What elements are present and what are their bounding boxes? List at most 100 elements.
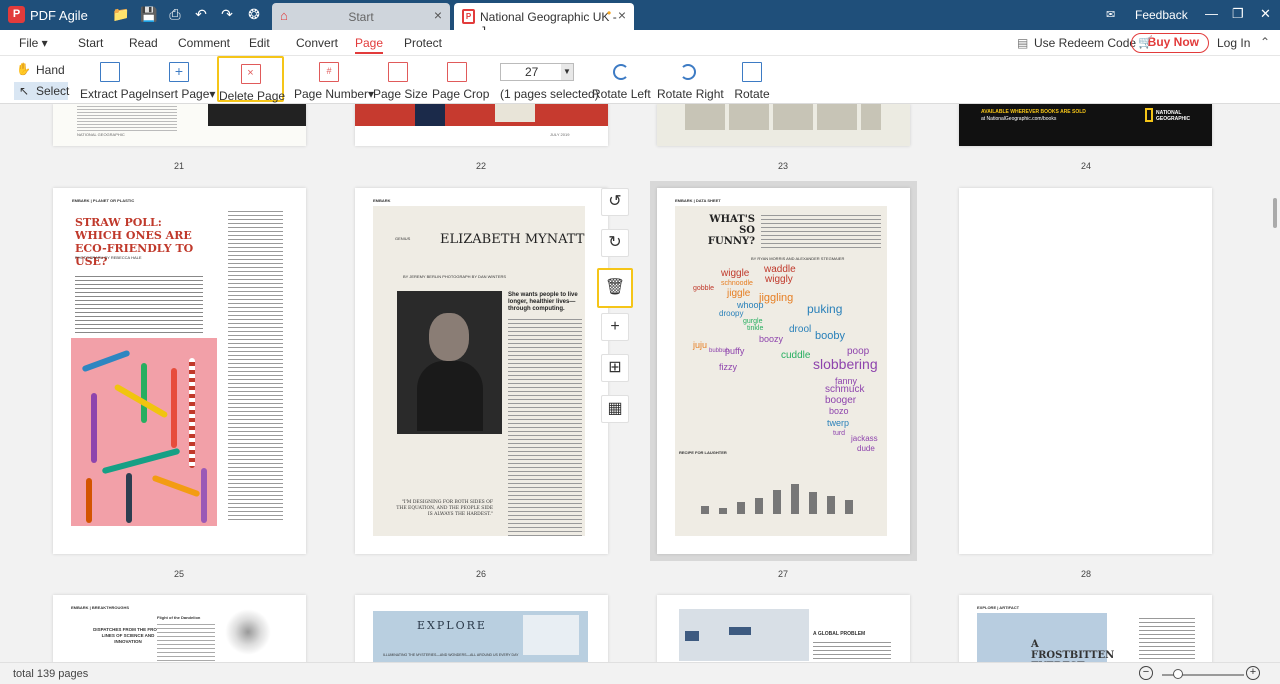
page-number-button[interactable]: # Page Number▾ (294, 56, 374, 102)
page-number-label: 28 (1080, 569, 1091, 579)
minimize-icon[interactable]: — (1205, 6, 1218, 21)
feedback-link[interactable]: Feedback (1135, 8, 1188, 22)
rotate-button[interactable]: Rotate (730, 56, 774, 102)
page-credit: BY JEREMY BERLIN PHOTOGRAPH BY DAN WINTE… (403, 274, 507, 279)
page-thumbnail[interactable] (657, 104, 910, 146)
page-footer: JULY 2019 (550, 132, 570, 137)
bar-graphic (691, 470, 871, 514)
page-thumbnail-selected[interactable]: EMBARK | DATA SHEET WHAT'S SO FUNNY? BY … (657, 188, 910, 554)
tab-start[interactable]: ⌂ Start × (272, 3, 450, 30)
page-credit: PHOTOGRAPH BY REBECCA HALE (75, 255, 142, 260)
close-icon[interactable]: × (618, 7, 626, 23)
extract-page-icon (100, 62, 120, 82)
menu-convert[interactable]: Convert (296, 36, 338, 50)
total-pages-label: total 139 pages (13, 668, 89, 680)
restore-icon[interactable]: ❐ (1232, 6, 1244, 22)
page-number-label: 21 (173, 161, 184, 171)
menu-file[interactable]: File ▾ (19, 36, 48, 50)
page-thumbnail[interactable] (959, 188, 1212, 554)
buy-now-button[interactable]: 🛒 Buy Now (1131, 33, 1209, 53)
close-window-icon[interactable]: ✕ (1260, 6, 1271, 22)
dandelion-photo (225, 609, 271, 655)
extract-page-button[interactable]: Extract Page (80, 56, 149, 102)
portrait-photo (397, 291, 502, 434)
page-size-button[interactable]: Page Size (373, 56, 428, 102)
zoom-in-icon[interactable]: + (1246, 666, 1260, 680)
page-thumbnail[interactable]: EXPLORE | ARTIFACT A FROSTBITTEN EVEREST… (959, 595, 1212, 662)
menu-comment[interactable]: Comment (178, 36, 230, 50)
page-thumbnail[interactable]: JULY 2019 (355, 104, 608, 146)
menu-start[interactable]: Start (78, 36, 103, 50)
natgeo-logo-icon (1145, 108, 1153, 122)
settings-badge-icon[interactable]: ❂ (246, 6, 262, 22)
pull-quote: "I'M DESIGNING FOR BOTH SIDES OF THE EQU… (396, 500, 493, 517)
menu-edit[interactable]: Edit (249, 36, 270, 50)
select-label: Select (36, 84, 70, 98)
page-number-icon: # (319, 62, 339, 82)
close-icon[interactable]: × (434, 7, 442, 23)
page-thumbnail[interactable]: EMBARK | PLANET OR PLASTIC STRAW POLL: W… (53, 188, 306, 554)
page-thumbnail[interactable]: EMBARK | BREAKTHROUGHS DISPATCHES FROM T… (53, 595, 306, 662)
page-section-label: GENIUS (395, 236, 411, 241)
login-link[interactable]: Log In (1217, 36, 1250, 50)
page-crop-label: Page Crop (432, 87, 490, 101)
menu-read[interactable]: Read (129, 36, 158, 50)
page-thumbnail[interactable]: AVAILABLE WHEREVER BOOKS ARE SOLD at Nat… (959, 104, 1212, 146)
delete-page-label: Delete Page (219, 89, 286, 103)
rotate-right-icon (680, 64, 696, 80)
chevron-down-icon[interactable]: ▼ (561, 64, 573, 80)
print-icon[interactable]: ⎙ (167, 6, 183, 22)
rotate-label: Rotate (734, 87, 770, 101)
hand-label: Hand (36, 63, 65, 77)
menu-page[interactable]: Page (355, 36, 384, 54)
delete-page-button[interactable]: × Delete Page (217, 56, 286, 103)
save-icon[interactable]: 💾 (140, 6, 157, 22)
rotate-right-button[interactable]: Rotate Right (657, 56, 724, 102)
page-number-label: 22 (475, 161, 486, 171)
redeem-icon: ▤ (1017, 36, 1029, 50)
insert-page-icon[interactable]: ⊞ (601, 354, 629, 382)
app-logo-icon: P (8, 6, 25, 23)
cursor-icon: ↖ (19, 84, 30, 98)
page-number-input[interactable]: 27 ▼ (500, 63, 574, 81)
page-headline: EXPLORE (417, 619, 487, 632)
trash-icon[interactable]: 🗑 (597, 268, 633, 308)
page-thumbnail[interactable]: A GLOBAL PROBLEM (657, 595, 910, 662)
page-thumbnail[interactable]: EXPLORE ILLUMINATING THE MYSTERIES—AND W… (355, 595, 608, 662)
menu-protect[interactable]: Protect (404, 36, 442, 50)
page-number-value: 27 (525, 65, 539, 79)
page-kicker: EMBARK | DATA SHEET (675, 198, 721, 203)
undo-icon[interactable]: ↶ (193, 6, 209, 22)
rotate-left-button[interactable]: Rotate Left (592, 56, 651, 102)
open-folder-icon[interactable]: 📁 (112, 6, 129, 22)
page-kicker: EMBARK | BREAKTHROUGHS (71, 605, 130, 610)
collapse-ribbon-icon[interactable]: ⌃ (1260, 35, 1270, 49)
hand-tool[interactable]: ✋ Hand (14, 62, 65, 78)
rotate-page-icon (742, 62, 762, 82)
select-tool[interactable]: ↖ Select (14, 82, 70, 100)
zoom-out-icon[interactable]: − (1139, 666, 1153, 680)
tab-document[interactable]: P National Geographic UK - J... • × (454, 3, 634, 38)
page-thumbnail[interactable]: NATIONAL GEOGRAPHIC (53, 104, 306, 146)
page-text: at NationalGeographic.com/books (981, 116, 1057, 122)
page-thumbnail[interactable]: EMBARK GENIUS ELIZABETH MYNATT BY JEREMY… (355, 188, 608, 554)
page-thumbnail-grid[interactable]: NATIONAL GEOGRAPHIC 21 JULY 2019 22 23 A… (0, 104, 1270, 662)
add-icon[interactable]: + (601, 313, 629, 341)
pdf-file-icon: P (462, 9, 475, 24)
page-number-label: 24 (1080, 161, 1091, 171)
page-crop-button[interactable]: Page Crop (432, 56, 490, 102)
status-bar: total 139 pages − + (0, 662, 1280, 684)
redo-icon[interactable]: ↷ (219, 6, 235, 22)
rotate-right-icon[interactable]: ↻ (601, 229, 629, 257)
page-kicker: EMBARK (373, 198, 391, 203)
zoom-slider-handle[interactable] (1173, 669, 1183, 679)
insert-page-button[interactable]: + Insert Page▾ (148, 56, 215, 102)
vertical-scrollbar[interactable] (1270, 104, 1280, 662)
redeem-code-link[interactable]: Use Redeem Code (1034, 36, 1136, 50)
page-headline: DISPATCHES FROM THE FRONT LINES OF SCIEN… (93, 627, 163, 644)
unsaved-dot: • (607, 6, 612, 20)
insert-image-icon[interactable]: ▦ (601, 395, 629, 423)
scrollbar-thumb[interactable] (1273, 198, 1277, 228)
rotate-left-icon[interactable]: ↺ (601, 188, 629, 216)
cart-icon: 🛒 (1138, 35, 1153, 49)
